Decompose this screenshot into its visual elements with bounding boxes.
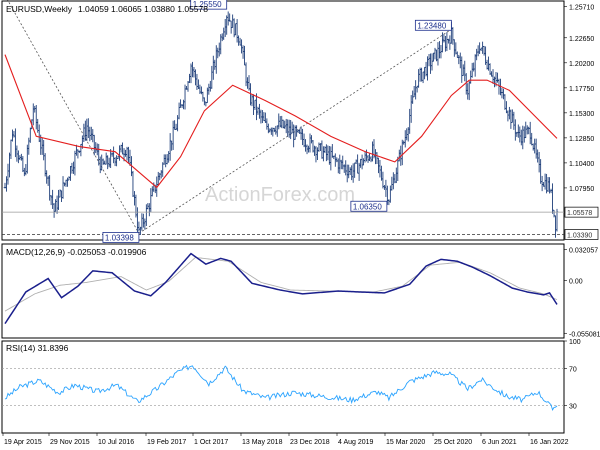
annotation-label: 1.23480 xyxy=(417,21,446,30)
x-tick-label: 4 Aug 2019 xyxy=(338,439,374,446)
macd-tick-label: -0.055081 xyxy=(569,331,600,338)
x-tick-label: 25 Oct 2020 xyxy=(434,439,472,446)
y-axis-labels: 1.25710 1.22650 1.20200 1.17750 1.15300 1.128… xyxy=(564,5,599,240)
x-tick-label: 19 Apr 2015 xyxy=(4,439,42,446)
x-tick-label: 6 Jun 2021 xyxy=(482,439,517,446)
x-tick-label: 1 Oct 2017 xyxy=(194,439,228,446)
price-tag-label: 1.05578 xyxy=(567,210,592,217)
rsi-tick-label: 70 xyxy=(569,367,577,374)
annotation-label: 1.06350 xyxy=(353,202,382,211)
x-tick-label: 10 Jul 2016 xyxy=(98,439,134,446)
y-tick-label: 1.17750 xyxy=(569,86,594,93)
y-tick-label: 1.15300 xyxy=(569,111,594,118)
x-tick-label: 29 Nov 2015 xyxy=(50,439,90,446)
y-tick-label: 1.07950 xyxy=(569,186,594,193)
x-tick-label: 13 May 2018 xyxy=(242,439,283,446)
rsi-tick-label: 100 xyxy=(569,339,581,346)
macd-panel-title: MACD(12,26,9) -0.025053 -0.019906 xyxy=(6,247,147,257)
rsi-tick-label: 30 xyxy=(569,403,577,410)
rsi-panel-title: RSI(14) 31.8396 xyxy=(6,343,69,353)
y-tick-label: 1.12850 xyxy=(569,136,594,143)
x-axis-labels: 19 Apr 2015 29 Nov 2015 10 Jul 2016 19 Feb … xyxy=(2,433,569,446)
y-tick-label: 1.10400 xyxy=(569,161,594,168)
y-tick-label: 1.20200 xyxy=(569,61,594,68)
chart-canvas: ActionForex.com 1.255501.234801.063501.0… xyxy=(1,0,600,446)
x-tick-label: 19 Feb 2017 xyxy=(147,439,186,446)
watermark-text: ActionForex.com xyxy=(205,184,355,206)
annotation-label: 1.03398 xyxy=(105,233,134,242)
price-tag-label: 1.03390 xyxy=(567,232,592,239)
x-tick-label: 16 Jan 2022 xyxy=(530,439,569,446)
x-tick-label: 23 Dec 2018 xyxy=(290,439,330,446)
y-tick-label: 1.25710 xyxy=(569,5,594,12)
y-tick-label: 1.22650 xyxy=(569,36,594,43)
eurusd-weekly-chart: ActionForex.com 1.25550 1.23480 1.06350 1.0… xyxy=(0,0,600,450)
price-panel-title: EURUSD,Weekly 1.04059 1.06065 1.03880 1.0… xyxy=(6,4,208,14)
x-tick-label: 15 Mar 2020 xyxy=(386,439,425,446)
macd-tick-label: 0.032057 xyxy=(569,248,598,255)
macd-tick-label: 0.00 xyxy=(569,278,583,285)
